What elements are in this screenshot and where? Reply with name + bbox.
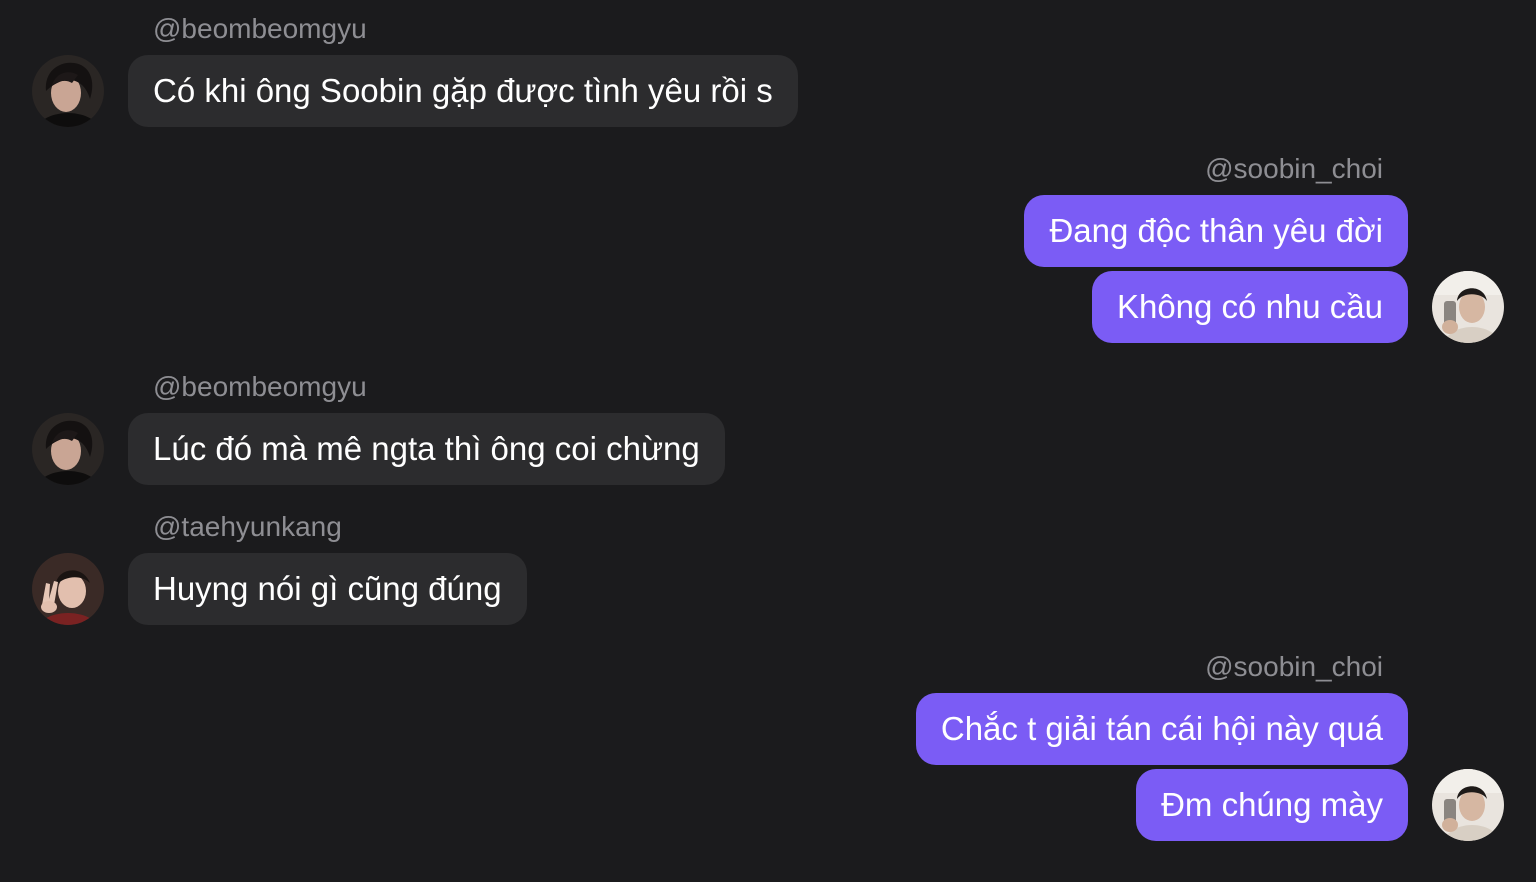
- avatar-soobin-choi[interactable]: [1432, 769, 1504, 841]
- sender-username[interactable]: @soobin_choi: [1205, 153, 1383, 185]
- message-bubble[interactable]: Không có nhu cầu: [1091, 271, 1408, 343]
- sender-username[interactable]: @taehyunkang: [153, 511, 342, 543]
- message-bubble[interactable]: Đang độc thân yêu đời: [1024, 195, 1408, 267]
- sender-username[interactable]: @soobin_choi: [1205, 651, 1383, 683]
- avatar-soobin-choi[interactable]: [1432, 271, 1504, 343]
- message-bubble[interactable]: Có khi ông Soobin gặp được tình yêu rồi …: [128, 55, 798, 127]
- sender-username[interactable]: @beombeomgyu: [153, 371, 367, 403]
- avatar-taehyunkang[interactable]: [32, 553, 104, 625]
- message-bubble[interactable]: Chắc t giải tán cái hội này quá: [915, 693, 1408, 765]
- message-bubble[interactable]: Lúc đó mà mê ngta thì ông coi chừng: [128, 413, 725, 485]
- sender-username[interactable]: @beombeomgyu: [153, 13, 367, 45]
- chat-thread: @beombeomgyu Có khi ông Soobin gặp được …: [0, 0, 1536, 882]
- avatar-beombeomgyu[interactable]: [32, 413, 104, 485]
- avatar-beombeomgyu[interactable]: [32, 55, 104, 127]
- message-bubble[interactable]: Huyng nói gì cũng đúng: [128, 553, 527, 625]
- message-bubble[interactable]: Đm chúng mày: [1136, 769, 1408, 841]
